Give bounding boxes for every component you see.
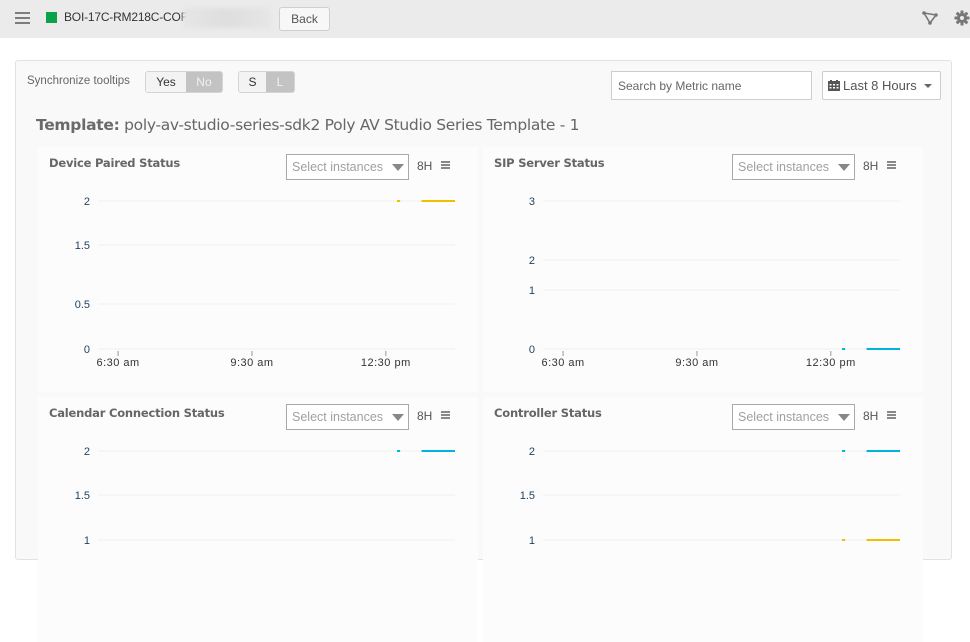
chart-panel-controller-status: Controller Status Select instances 8H 21…	[483, 397, 923, 642]
y-tick-label: 2	[529, 255, 535, 267]
template-heading: Template: poly-av-studio-series-sdk2 Pol…	[36, 116, 580, 134]
sync-no-option[interactable]: No	[185, 72, 222, 92]
template-name: poly-av-studio-series-sdk2 Poly AV Studi…	[124, 116, 580, 134]
y-tick-label: 2	[529, 446, 535, 458]
x-tick-label: 9:30 am	[675, 357, 718, 369]
sync-yes-option[interactable]: Yes	[146, 72, 186, 92]
chart-calendar-connection-status: 21.51	[75, 446, 455, 547]
y-tick-label: 3	[529, 196, 535, 208]
y-tick-label: 1	[529, 535, 535, 547]
x-tick-label: 12:30 pm	[361, 357, 411, 369]
y-tick-label: 0.5	[75, 299, 90, 311]
y-tick-label: 2	[84, 196, 90, 208]
chart-panel-device-paired-status: Device Paired Status Select instances 8H…	[38, 147, 478, 392]
sync-tooltips-label: Synchronize tooltips	[27, 75, 130, 87]
y-tick-label: 1.5	[520, 490, 535, 502]
topology-icon[interactable]	[922, 10, 938, 26]
metric-search-input[interactable]	[611, 71, 812, 100]
top-bar: BOI-17C-RM218C-COF Back	[0, 0, 970, 38]
x-tick-label: 6:30 am	[96, 357, 139, 369]
template-label: Template:	[36, 116, 120, 134]
chart-panel-calendar-connection-status: Calendar Connection Status Select instan…	[38, 397, 478, 642]
x-tick-label: 9:30 am	[230, 357, 273, 369]
time-range-label: Last 8 Hours	[843, 78, 917, 93]
menu-icon[interactable]	[15, 12, 30, 25]
y-tick-label: 1	[529, 285, 535, 297]
y-tick-label: 0	[84, 344, 90, 356]
chart-controller-status: 21.51	[520, 446, 900, 547]
status-indicator	[46, 12, 57, 23]
back-button[interactable]: Back	[279, 7, 330, 31]
chart-panel-sip-server-status: SIP Server Status Select instances 8H 32…	[483, 147, 923, 392]
y-tick-label: 1	[84, 535, 90, 547]
y-tick-label: 0	[529, 344, 535, 356]
chart-sip-server-status: 3 2 1 0 6:30 am 9:30 am 12:30 pm	[529, 196, 900, 369]
size-small-option[interactable]: S	[239, 72, 267, 92]
x-tick-label: 12:30 pm	[806, 357, 856, 369]
x-tick-label: 6:30 am	[541, 357, 584, 369]
redacted-text	[183, 8, 271, 28]
chart-device-paired-status: 2 1.5 0.5 0 6:30 am 9:30 am 12:30 pm	[75, 196, 455, 369]
y-tick-label: 1.5	[75, 240, 90, 252]
size-large-option[interactable]: L	[266, 72, 294, 92]
calendar-icon	[828, 80, 840, 91]
dashboard-container: Synchronize tooltips Yes No S L Last 8 H…	[15, 60, 952, 642]
y-tick-label: 1.5	[75, 490, 90, 502]
chart-size-toggle[interactable]: S L	[238, 71, 295, 93]
time-range-dropdown[interactable]: Last 8 Hours	[822, 71, 941, 100]
device-name: BOI-17C-RM218C-COF	[64, 10, 188, 24]
sync-tooltips-toggle[interactable]: Yes No	[145, 71, 223, 93]
gear-icon[interactable]	[954, 10, 970, 26]
y-tick-label: 2	[84, 446, 90, 458]
chevron-down-icon	[923, 83, 932, 88]
